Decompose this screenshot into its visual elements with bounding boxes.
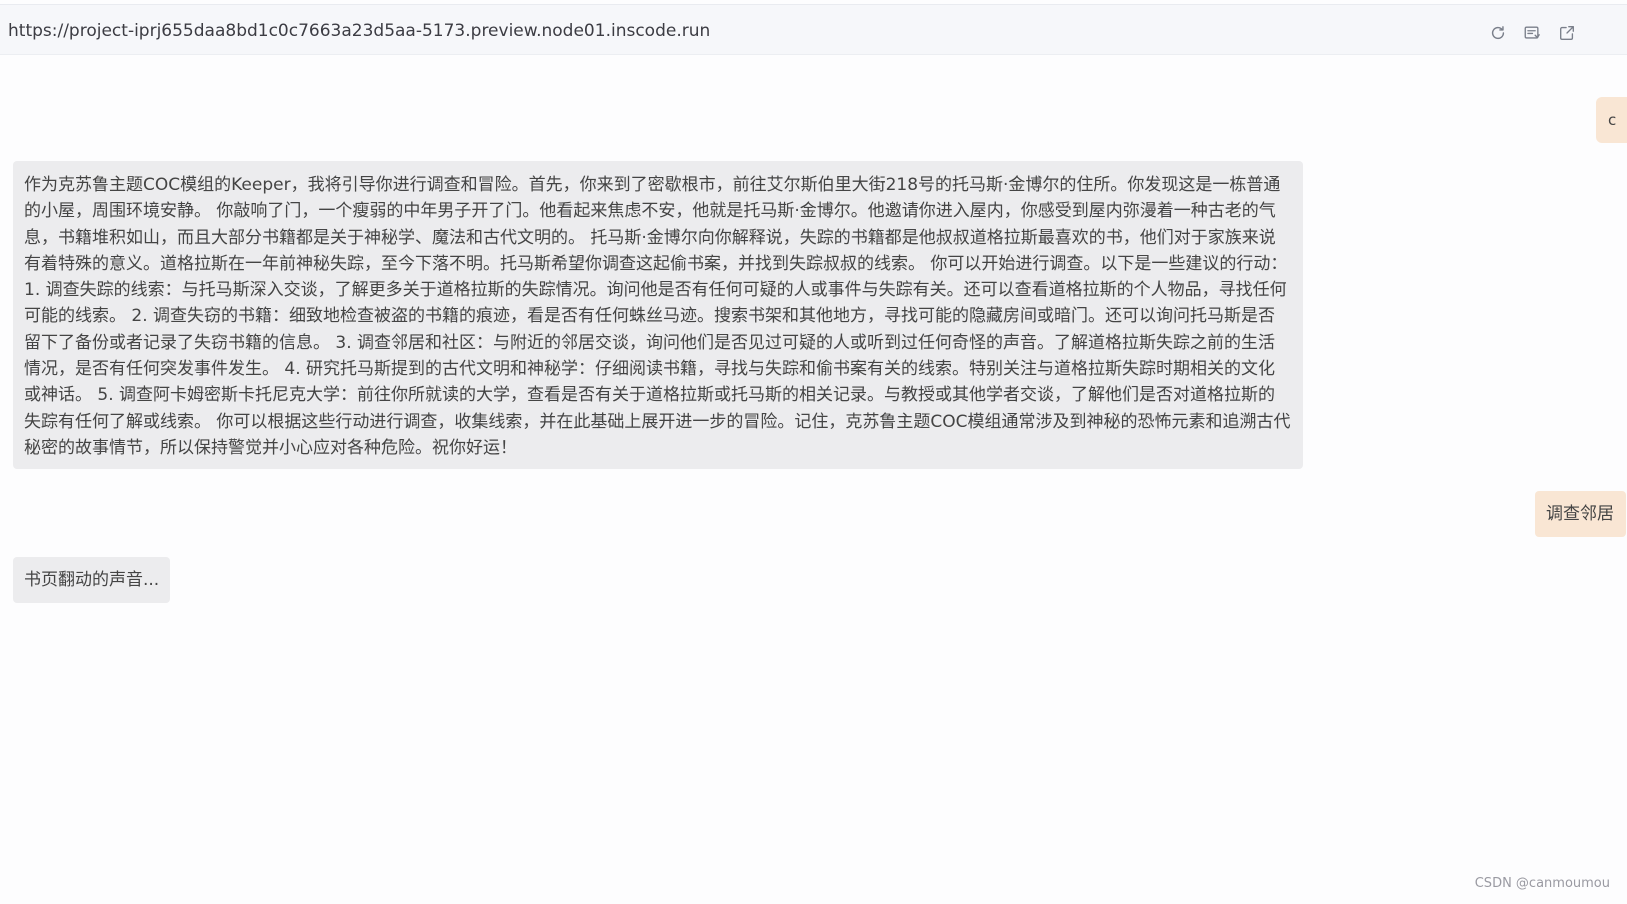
chat-area: c 作为克苏鲁主题COC模组的Keeper，我将引导你进行调查和冒险。首先，你来…	[0, 55, 1627, 904]
refresh-icon[interactable]	[1488, 23, 1508, 43]
watermark: CSDN @canmoumou	[1474, 876, 1610, 891]
assistant-message-bubble: 作为克苏鲁主题COC模组的Keeper，我将引导你进行调查和冒险。首先，你来到了…	[13, 161, 1303, 469]
assistant-message-bubble: 书页翻动的声音...	[13, 557, 170, 603]
browser-preview-page: https://project-iprj655daa8bd1c0c7663a23…	[0, 0, 1627, 904]
reader-icon[interactable]	[1522, 23, 1542, 43]
user-message-bubble: 调查邻居	[1535, 491, 1626, 537]
address-bar: https://project-iprj655daa8bd1c0c7663a23…	[0, 4, 1627, 55]
open-external-icon[interactable]	[1557, 23, 1577, 43]
url-text[interactable]: https://project-iprj655daa8bd1c0c7663a23…	[8, 21, 710, 41]
user-message-bubble: c	[1596, 97, 1627, 143]
